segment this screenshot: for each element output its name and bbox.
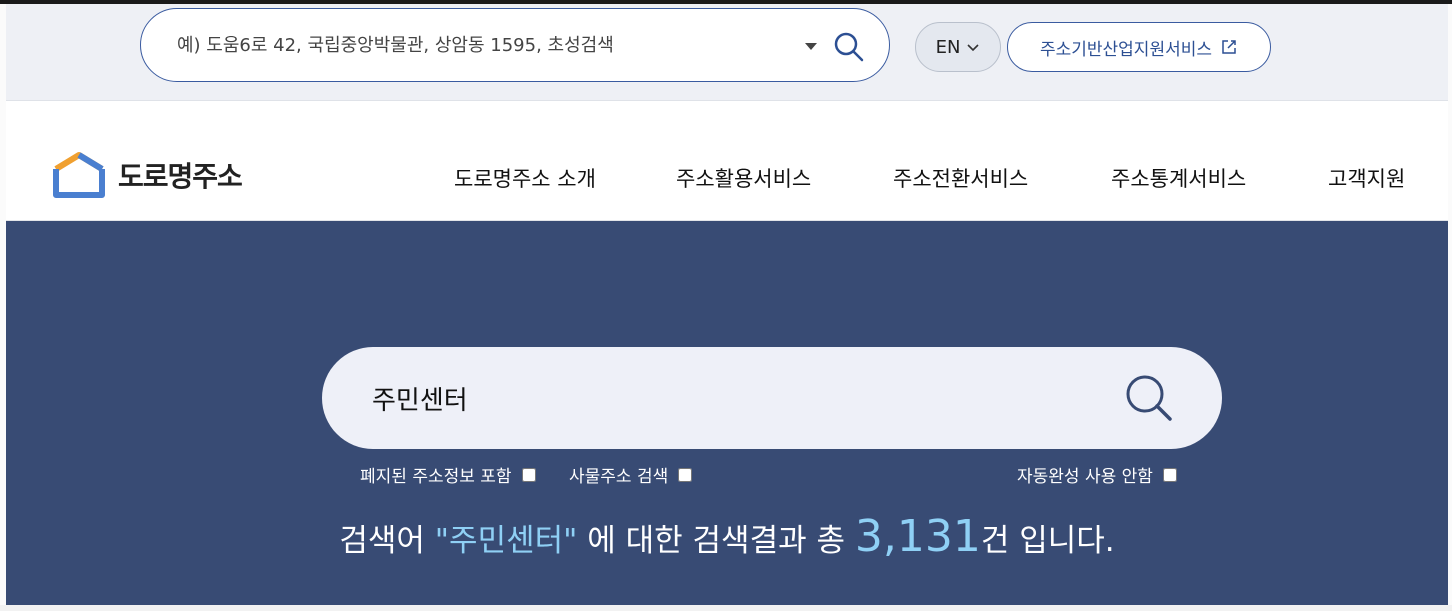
disable-autocomplete-checkbox[interactable]: [1162, 467, 1177, 482]
language-select-button[interactable]: EN: [915, 22, 1001, 72]
nav-item-support[interactable]: 고객지원: [1328, 163, 1405, 193]
disable-autocomplete-label: 자동완성 사용 안함: [1017, 467, 1153, 487]
result-prefix: 검색어: [339, 523, 425, 559]
search-banner: 폐지된 주소정보 포함 사물주소 검색 자동완성 사용 안함 검색어 "주민센터…: [6, 221, 1448, 605]
home-logo-icon: [53, 152, 105, 198]
result-middle: 에 대한 검색결과 총: [587, 523, 845, 559]
address-industry-support-link[interactable]: 주소기반산업지원서비스: [1007, 22, 1271, 72]
object-address-option[interactable]: 사물주소 검색: [569, 462, 693, 487]
language-label: EN: [935, 36, 961, 58]
external-service-label: 주소기반산업지원서비스: [1039, 39, 1213, 60]
result-count: 3,131: [854, 511, 981, 562]
nav-item-utilization[interactable]: 주소활용서비스: [676, 163, 811, 193]
search-result-summary: 검색어 "주민센터" 에 대한 검색결과 총 3,131건 입니다.: [6, 511, 1448, 562]
top-search-box: [140, 8, 890, 82]
caret-down-icon[interactable]: [805, 43, 817, 50]
search-icon[interactable]: [1122, 371, 1176, 425]
nav-item-conversion[interactable]: 주소전환서비스: [893, 163, 1028, 193]
top-utility-bar: EN 주소기반산업지원서비스: [6, 0, 1448, 101]
logo-text: 도로명주소: [118, 160, 243, 193]
site-logo[interactable]: 도로명주소: [52, 151, 243, 199]
include-abolished-label: 폐지된 주소정보 포함: [360, 467, 512, 487]
object-address-label: 사물주소 검색: [569, 467, 669, 487]
disable-autocomplete-option[interactable]: 자동완성 사용 안함: [1017, 462, 1177, 487]
nav-item-statistics[interactable]: 주소통계서비스: [1111, 163, 1246, 193]
frame-right-edge: [1448, 0, 1452, 611]
frame-bottom-edge: [0, 605, 1452, 611]
external-link-icon: [1222, 40, 1236, 54]
site-header: 도로명주소 도로명주소 소개 주소활용서비스 주소전환서비스 주소통계서비스 고…: [6, 101, 1448, 221]
frame-top-edge: [0, 0, 1452, 4]
result-suffix: 건 입니다.: [980, 523, 1115, 559]
include-abolished-option[interactable]: 폐지된 주소정보 포함: [360, 462, 536, 487]
chevron-down-icon: [967, 44, 979, 52]
include-abolished-checkbox[interactable]: [521, 467, 536, 482]
nav-item-intro[interactable]: 도로명주소 소개: [454, 163, 596, 193]
main-search-box: [322, 347, 1222, 449]
result-keyword: "주민센터": [434, 523, 578, 559]
object-address-checkbox[interactable]: [678, 467, 693, 482]
top-search-input[interactable]: [177, 27, 797, 63]
search-icon[interactable]: [831, 29, 867, 65]
main-search-input[interactable]: [372, 375, 1092, 421]
